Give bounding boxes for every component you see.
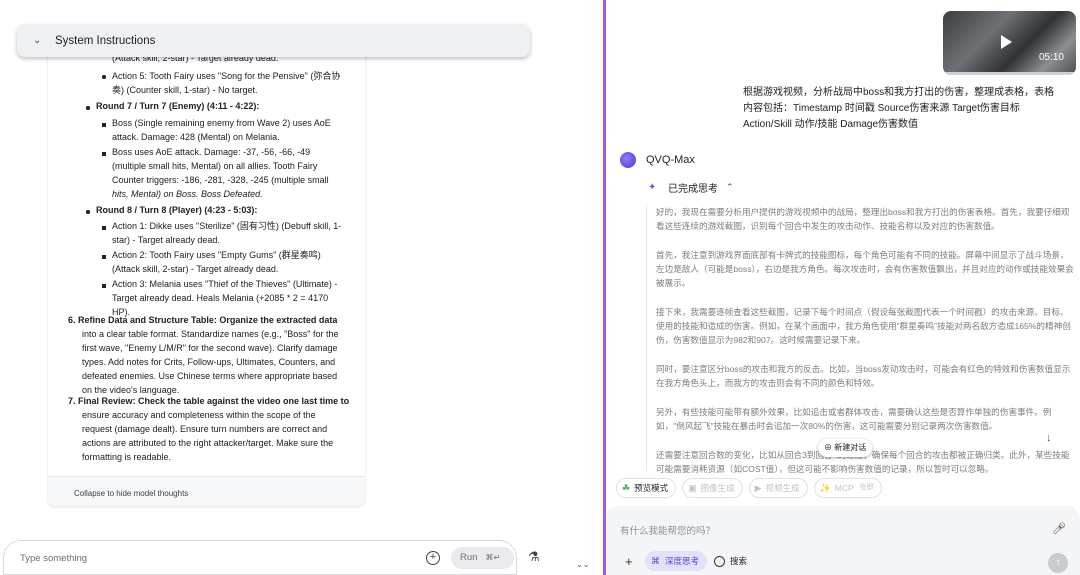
send-button[interactable]: ↑	[1048, 553, 1068, 573]
chevron-down-icon[interactable]: ⌄	[33, 35, 45, 46]
thinking-paragraph: 同时，要注意区分boss的攻击和我方的反击。比如，当boss发动攻击时，可能会有…	[656, 364, 1071, 388]
thought-line: Target already dead. Heals Melania (+208…	[112, 293, 329, 303]
thought-line: formatting is readable.	[82, 452, 172, 462]
chip-label: 预览模式	[634, 483, 669, 493]
thought-line: Action 2: Tooth Fairy uses "Empty Gums" …	[112, 250, 321, 260]
new-chat-label: 新建对话	[834, 443, 867, 452]
expand-more-icon[interactable]: ⌄⌄	[576, 560, 589, 569]
thought-line: Counter triggers: -186, -281, -328, -245…	[112, 175, 329, 185]
chevron-up-icon[interactable]: ⌃	[726, 182, 734, 193]
bullet-square-icon	[102, 152, 106, 156]
thought-line: first wave, "Enemy L/M/R" for the second…	[82, 343, 338, 353]
thought-step-7: 7. Final Review: Check the table against…	[68, 396, 350, 406]
prompt-input[interactable]: Type something + Run ⌘↵	[3, 540, 517, 575]
chip-label: 视频生成	[765, 483, 800, 493]
run-button[interactable]: Run ⌘↵	[451, 547, 514, 569]
bullet-square-icon	[102, 123, 106, 127]
thought-line: defeated enemies. Use Chinese terms wher…	[82, 371, 338, 381]
thought-line: (multiple small hits, Mental) on all all…	[112, 161, 318, 171]
user-message: 根据游戏视频，分析战局中boss和我方打出的伤害，整理成表格，表格内容包括：Ti…	[743, 87, 1055, 130]
thinking-content[interactable]: 好的，我现在需要分析用户提供的游戏视频中的战局，整理出boss和我方打出的伤害表…	[656, 205, 1075, 473]
thoughts-scroll[interactable]: (Attack skill, 2-star) - Target already …	[48, 36, 365, 477]
thought-line: Action 5: Tooth Fairy uses "Song for the…	[112, 71, 341, 81]
chip-extra: 在即	[859, 484, 874, 491]
app-root: ⌄ System Instructions (Attack skill, 2-s…	[0, 0, 1080, 575]
feature-chips: ☘ 预览模式 ▣ 图像生成 ▶ 视频生成 ✨ MCP 在即	[616, 478, 888, 498]
run-shortcut: ⌘↵	[485, 553, 501, 562]
chip-image-gen[interactable]: ▣ 图像生成	[682, 478, 743, 498]
microphone-icon[interactable]: 🎤︎	[1052, 522, 1066, 535]
deep-think-icon: ⌘	[651, 556, 660, 566]
thought-step-6: 6. Refine Data and Structure Table: Orga…	[68, 315, 338, 325]
scroll-down-icon[interactable]: ↓	[1046, 432, 1052, 444]
chip-label: 图像生成	[700, 483, 735, 493]
thinking-paragraph: 另外，有些技能可能带有额外效果，比如追击或者群体攻击，需要确认这些是否算作单独的…	[656, 407, 1052, 431]
chip-mcp[interactable]: ✨ MCP 在即	[813, 478, 882, 498]
video-thumbnail[interactable]: 05:10	[943, 11, 1076, 75]
thought-line: Boss uses AoE attack. Damage: -37, -56, …	[112, 147, 311, 157]
search-label: 搜索	[730, 556, 748, 566]
play-icon[interactable]	[1001, 35, 1012, 49]
thought-line: attack. Damage: 428 (Mental) on Melania.	[112, 132, 280, 142]
bullet-square-icon	[102, 255, 106, 259]
collapse-thoughts-link[interactable]: Collapse to hide model thoughts	[74, 489, 188, 498]
deep-think-label: 深度思考	[665, 556, 700, 566]
thought-heading: Round 8 / Turn 8 (Player) (4:23 - 5:03):	[96, 205, 258, 215]
thought-line: Boss (Single remaining enemy from Wave 2…	[112, 118, 331, 128]
bot-name: QVQ-Max	[646, 154, 695, 166]
bot-header: QVQ-Max	[620, 152, 695, 168]
bullet-icon	[86, 106, 90, 110]
thought-line: request (damage dealt). Ensure turn numb…	[82, 424, 328, 434]
system-instructions-bar[interactable]: ⌄ System Instructions	[17, 24, 530, 57]
chip-preview-mode[interactable]: ☘ 预览模式	[616, 478, 677, 498]
chat-composer[interactable]: 有什么我能帮您的吗？ 🎤︎ + ⌘ 深度思考 搜索 ↑	[606, 506, 1080, 575]
model-thoughts-panel: (Attack skill, 2-star) - Target already …	[48, 36, 365, 506]
run-label: Run	[460, 552, 478, 563]
thought-line: ensure accuracy and completeness within …	[82, 410, 316, 420]
left-pane: ⌄ System Instructions (Attack skill, 2-s…	[0, 0, 603, 575]
chip-label: MCP	[834, 483, 854, 493]
thinking-paragraph: 接下来，我需要逐帧查看这些截图，记录下每个时间点（假设每张截图代表一个时间戳）的…	[656, 307, 1071, 345]
flask-icon[interactable]: ⚗	[528, 549, 540, 565]
chip-video-gen[interactable]: ▶ 视频生成	[748, 478, 808, 498]
qvq-logo-icon	[620, 152, 636, 168]
video-duration: 05:10	[1038, 52, 1064, 63]
globe-icon	[714, 555, 725, 567]
thinking-status-label: 已完成思考	[668, 184, 718, 195]
new-chat-button[interactable]: ⊕ 新建对话	[818, 439, 873, 457]
add-circle-icon[interactable]: +	[426, 551, 440, 565]
thinking-status-toggle[interactable]: ✦ 已完成思考 ⌃	[648, 180, 734, 196]
thought-line: types. Add notes for Crits, Follow-ups, …	[82, 357, 336, 367]
thinking-paragraph: 好的，我现在需要分析用户提供的游戏视频中的战局，整理出boss和我方打出的伤害表…	[656, 207, 1070, 231]
thought-line: Action 3: Melania uses "Thief of the Thi…	[112, 279, 338, 289]
thought-line: 奏) (Counter skill, 1-star) - No target.	[112, 85, 258, 95]
sparkle-icon: ✦	[648, 181, 657, 193]
thought-heading: Round 7 / Turn 7 (Enemy) (4:11 - 4:22):	[96, 101, 260, 111]
system-instructions-title: System Instructions	[55, 34, 156, 47]
image-icon: ▣	[688, 483, 697, 493]
thought-line: (Attack skill, 2-star) - Target already …	[112, 264, 279, 274]
thought-line: star) - Target already dead.	[112, 235, 220, 245]
thought-line: Action 1: Dikke uses "Sterilize" (固有习性) …	[112, 221, 342, 231]
thought-line: into a clear table format. Standardize n…	[82, 329, 339, 339]
thinking-rule	[646, 205, 647, 470]
composer-placeholder: 有什么我能帮您的吗？	[620, 526, 716, 537]
sparkle-icon: ✨	[819, 483, 831, 493]
thought-line: actions are attributed to the right atta…	[82, 438, 334, 448]
prompt-placeholder: Type something	[20, 553, 88, 564]
bullet-icon	[102, 75, 106, 79]
bullet-square-icon	[102, 226, 106, 230]
video-progress-bar	[943, 72, 1076, 75]
search-toggle[interactable]: 搜索	[714, 551, 747, 571]
thinking-paragraph: 首先，我注意到游戏界面底部有卡牌式的技能图标，每个角色可能有不同的技能。屏幕中间…	[656, 250, 1074, 288]
thought-line: hits, Mental) on Boss. Boss Defeated.	[112, 189, 263, 199]
bullet-icon	[86, 210, 90, 214]
right-pane: 05:10 根据游戏视频，分析战局中boss和我方打出的伤害，整理成表格，表格内…	[606, 0, 1080, 575]
bullet-square-icon	[102, 284, 106, 288]
plus-icon[interactable]: +	[625, 554, 633, 569]
deep-think-toggle[interactable]: ⌘ 深度思考	[645, 551, 708, 571]
video-icon: ▶	[754, 483, 762, 493]
leaf-icon: ☘	[622, 483, 631, 493]
